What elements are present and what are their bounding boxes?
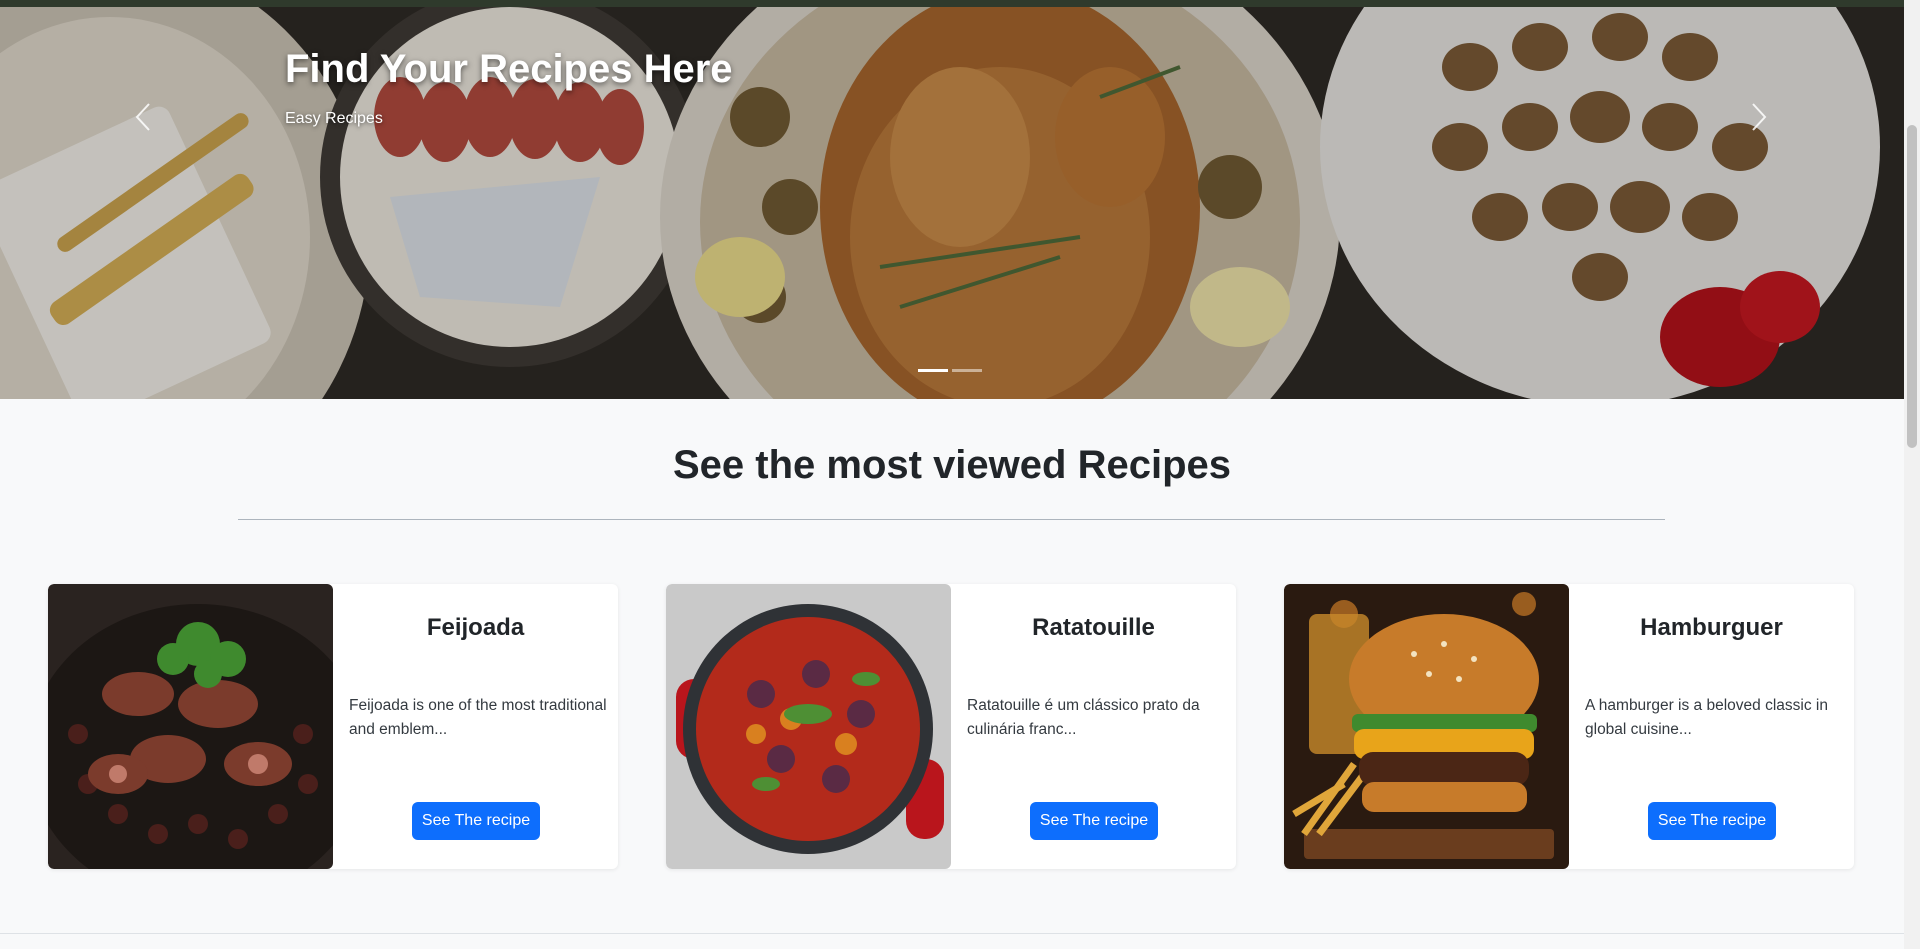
recipe-image-feijoada [48, 584, 333, 869]
recipe-title: Feijoada [426, 614, 525, 641]
recipe-description: Feijoada is one of the most traditional … [349, 697, 607, 738]
carousel-prev-button[interactable] [118, 92, 168, 142]
section-title: See the most viewed Recipes [672, 443, 1231, 487]
page-scrollbar[interactable] [1904, 0, 1920, 949]
recipe-card-body: Hamburguer A hamburger is a beloved clas… [1569, 584, 1854, 869]
hero-subtitle: Easy Recipes [285, 110, 383, 127]
section-divider [238, 519, 1665, 520]
recipe-description: Ratatouille é um clássico prato da culin… [967, 697, 1200, 738]
chevron-left-icon [135, 103, 150, 131]
carousel-next-button[interactable] [1734, 92, 1784, 142]
carousel-indicator-2[interactable] [952, 369, 982, 372]
recipe-title: Hamburguer [1640, 614, 1783, 641]
recipe-description: A hamburger is a beloved classic in glob… [1585, 697, 1828, 738]
see-recipe-button[interactable]: See The recipe [1648, 802, 1776, 840]
footer-divider [0, 933, 1904, 934]
carousel-indicators [918, 369, 982, 372]
recipe-card-feijoada: Feijoada Feijoada is one of the most tra… [48, 584, 618, 869]
recipe-card-body: Feijoada Feijoada is one of the most tra… [333, 584, 618, 869]
recipe-image-ratatouille [666, 584, 951, 869]
top-navbar-strip [0, 0, 1904, 7]
hero-carousel: Find Your Recipes Here Easy Recipes [0, 7, 1904, 399]
recipe-card-body: Ratatouille Ratatouille é um clássico pr… [951, 584, 1236, 869]
recipe-card-ratatouille: Ratatouille Ratatouille é um clássico pr… [666, 584, 1236, 869]
see-recipe-button[interactable]: See The recipe [1030, 802, 1158, 840]
scrollbar-thumb[interactable] [1907, 125, 1917, 448]
chevron-right-icon [1752, 103, 1767, 131]
recipe-title: Ratatouille [1032, 614, 1155, 641]
recipe-card-hamburguer: Hamburguer A hamburger is a beloved clas… [1284, 584, 1854, 869]
see-recipe-button[interactable]: See The recipe [412, 802, 540, 840]
hero-title: Find Your Recipes Here [285, 47, 733, 91]
recipe-image-hamburguer [1284, 584, 1569, 869]
carousel-indicator-1[interactable] [918, 369, 948, 372]
